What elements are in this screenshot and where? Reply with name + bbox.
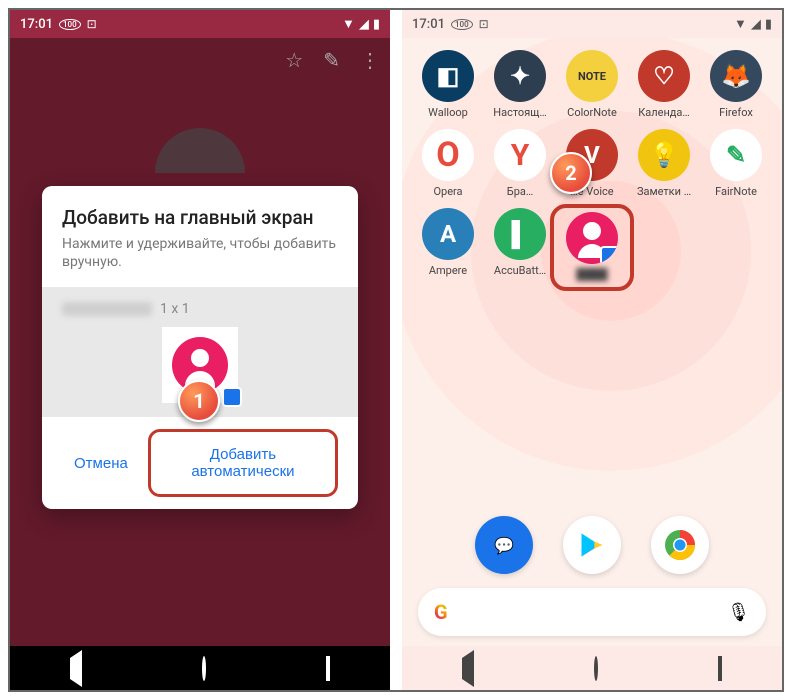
contacts-app-badge-icon bbox=[222, 387, 242, 407]
app-nastoyash[interactable]: ✦Настоящ… bbox=[486, 50, 554, 119]
battery-icon: ▮ bbox=[765, 17, 772, 32]
widget-name-blurred bbox=[62, 302, 152, 316]
status-time: 17:01 bbox=[412, 17, 445, 32]
battery-icon: ▮ bbox=[373, 17, 380, 32]
add-automatically-button[interactable]: Добавить автоматически bbox=[159, 438, 327, 488]
age-badge-icon: 100 bbox=[451, 19, 473, 30]
cancel-button[interactable]: Отмена bbox=[62, 429, 140, 497]
signal-icon: ◢ bbox=[751, 17, 761, 32]
step-marker-1: 1 bbox=[178, 380, 220, 422]
app-firefox[interactable]: 🦊Firefox bbox=[702, 50, 770, 119]
nav-back-icon[interactable] bbox=[70, 658, 82, 679]
dock-chrome[interactable] bbox=[651, 516, 709, 574]
app-contact-shortcut[interactable]: ████ bbox=[550, 204, 634, 291]
wifi-icon: ▼ bbox=[734, 16, 747, 32]
dialog-subtitle: Нажмите и удерживайте, чтобы добавить вр… bbox=[62, 235, 338, 271]
app-fairnote[interactable]: ✎FairNote bbox=[702, 129, 770, 198]
app-opera[interactable]: OOpera bbox=[414, 129, 482, 198]
app-yandex[interactable]: YБра… bbox=[486, 129, 554, 198]
status-bar: 17:01 100 ⊡ ▼ ◢ ▮ bbox=[10, 10, 390, 38]
nav-bar bbox=[10, 646, 390, 690]
cast-icon: ⊡ bbox=[479, 17, 489, 31]
age-badge-icon: 100 bbox=[59, 19, 81, 30]
app-grid: ◧Walloop ✦Настоящ… NOTEColorNote ♡Календ… bbox=[402, 50, 782, 285]
contact-shortcut-label-blurred: ████ bbox=[576, 268, 607, 281]
add-to-home-dialog: Добавить на главный экран Нажмите и удер… bbox=[42, 186, 358, 509]
cast-icon: ⊡ bbox=[87, 17, 97, 31]
status-time: 17:01 bbox=[20, 17, 53, 32]
step-marker-2: 2 bbox=[550, 152, 592, 194]
widget-size-label: 1 x 1 bbox=[160, 301, 190, 317]
google-g-icon: G bbox=[434, 600, 448, 624]
google-search-bar[interactable]: G 🎙 bbox=[418, 588, 766, 636]
app-colornote[interactable]: NOTEColorNote bbox=[558, 50, 626, 119]
app-ampere[interactable]: AAmpere bbox=[414, 208, 482, 285]
tutorial-highlight-1: Добавить автоматически bbox=[148, 429, 338, 497]
dock-messages[interactable]: 💬 bbox=[475, 516, 533, 574]
dock-play-store[interactable] bbox=[563, 516, 621, 574]
nav-home-icon[interactable] bbox=[202, 658, 206, 679]
signal-icon: ◢ bbox=[359, 17, 369, 32]
wifi-icon: ▼ bbox=[342, 16, 355, 32]
app-notes[interactable]: 💡Заметки … bbox=[630, 129, 698, 198]
dock: 💬 G 🎙 bbox=[402, 516, 782, 646]
nav-home-icon[interactable] bbox=[594, 658, 598, 679]
nav-recents-icon[interactable] bbox=[718, 658, 722, 679]
status-bar: 17:01 100 ⊡ ▼ ◢ ▮ bbox=[402, 10, 782, 38]
phone-left: 17:01 100 ⊡ ▼ ◢ ▮ ☆ ✎ ⋮ Добавить на глав… bbox=[10, 10, 390, 690]
phone-right: 17:01 100 ⊡ ▼ ◢ ▮ ◧Walloop ✦Настоящ… NOT… bbox=[402, 10, 782, 690]
contacts-app-badge-icon bbox=[600, 246, 618, 264]
nav-back-icon[interactable] bbox=[462, 658, 474, 679]
dialog-title: Добавить на главный экран bbox=[62, 206, 338, 229]
nav-bar bbox=[402, 646, 782, 690]
app-calendar[interactable]: ♡Календа… bbox=[630, 50, 698, 119]
app-walloop[interactable]: ◧Walloop bbox=[414, 50, 482, 119]
nav-recents-icon[interactable] bbox=[326, 658, 330, 679]
app-accubattery[interactable]: ▌AccuBatt… bbox=[486, 208, 554, 285]
assistant-mic-icon[interactable]: 🎙 bbox=[727, 602, 750, 623]
